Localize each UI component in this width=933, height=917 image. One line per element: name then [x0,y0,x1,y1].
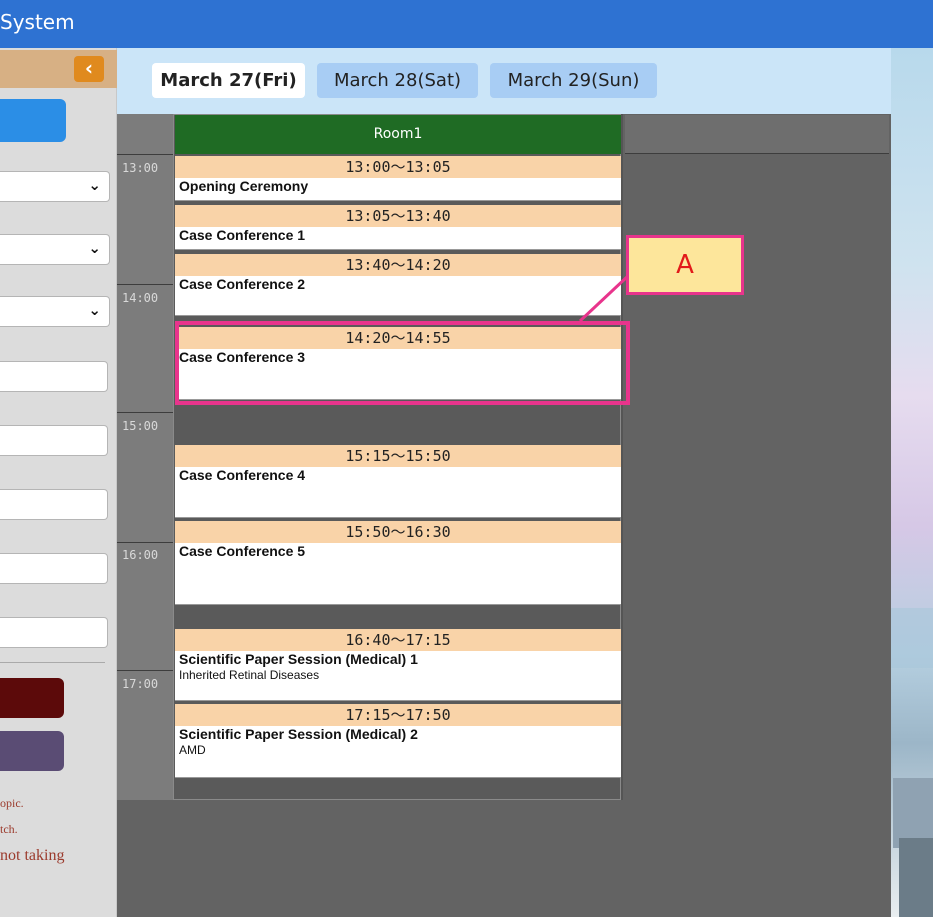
session-time: 13:05〜13:40 [175,205,621,227]
app-header: System [0,0,933,48]
collapse-sidebar-button[interactable]: ‹ [74,56,104,82]
schedule-main: March 27(Fri) March 28(Sat) March 29(Sun… [117,48,891,917]
dark-red-button[interactable] [0,678,64,718]
sidebar-note-2: tch. [0,822,18,836]
session-card[interactable]: 13:00〜13:05 Opening Ceremony [175,156,621,201]
room-divider [621,114,623,800]
tab-march-29[interactable]: March 29(Sun) [490,63,657,98]
search-button[interactable] [0,99,66,142]
session-time: 17:15〜17:50 [175,704,621,726]
session-time: 16:40〜17:15 [175,629,621,651]
session-title: Case Conference 1 [179,227,306,243]
time-gridline [117,154,173,155]
illustration-sky [891,608,933,668]
date-tabs: March 27(Fri) March 28(Sat) March 29(Sun… [117,48,891,114]
session-time: 15:15〜15:50 [175,445,621,467]
time-label: 15:00 [122,419,159,433]
text-field-4[interactable] [0,553,108,584]
session-card[interactable]: 13:40〜14:20 Case Conference 2 [175,254,621,316]
filter-select-2[interactable]: ⌄ [0,234,110,265]
tab-march-27[interactable]: March 27(Fri) [152,63,305,98]
session-time: 13:40〜14:20 [175,254,621,276]
text-field-2[interactable] [0,425,108,456]
purple-button[interactable] [0,731,64,771]
time-gridline [117,542,173,543]
session-title: Case Conference 2 [179,276,306,292]
session-time: 15:50〜16:30 [175,521,621,543]
sidebar-header: ‹ [0,50,117,88]
sidebar-note-1: opic. [0,796,24,810]
filter-select-3[interactable]: ⌄ [0,296,110,327]
session-title: Case Conference 4 [179,467,306,483]
chevron-down-icon: ⌄ [88,239,101,257]
time-gridline [117,670,173,671]
annotation-highlight [175,321,630,405]
time-label: 16:00 [122,548,159,562]
text-field-1[interactable] [0,361,108,392]
session-title: Scientific Paper Session (Medical) 1 [179,651,418,667]
session-title: Scientific Paper Session (Medical) 2 [179,726,418,742]
time-label: 14:00 [122,291,159,305]
chevron-down-icon: ⌄ [88,301,101,319]
session-card[interactable]: 17:15〜17:50 Scientific Paper Session (Me… [175,704,621,778]
time-gridline [117,284,173,285]
time-column [117,114,173,800]
session-card[interactable]: 15:50〜16:30 Case Conference 5 [175,521,621,605]
room-header: Room1 [175,115,621,154]
session-card[interactable]: 15:15〜15:50 Case Conference 4 [175,445,621,518]
session-title: Case Conference 5 [179,543,306,559]
text-field-5[interactable] [0,617,108,648]
filter-select-1[interactable]: ⌄ [0,171,110,202]
background-illustration [891,48,933,917]
time-label: 17:00 [122,677,159,691]
tab-march-28[interactable]: March 28(Sat) [317,63,478,98]
chevron-down-icon: ⌄ [88,176,101,194]
session-title: Opening Ceremony [179,178,309,194]
session-card[interactable]: 13:05〜13:40 Case Conference 1 [175,205,621,250]
session-subtitle: Inherited Retinal Diseases [179,668,320,682]
sidebar-note-3: not taking [0,847,65,864]
session-subtitle: AMD [179,743,206,757]
chevron-left-icon: ‹ [84,56,94,80]
session-time: 13:00〜13:05 [175,156,621,178]
session-card[interactable]: 16:40〜17:15 Scientific Paper Session (Me… [175,629,621,701]
annotation-label: A [626,235,744,295]
sidebar-divider [0,662,105,663]
time-gridline [117,412,173,413]
illustration-building [899,838,933,917]
app-title: System [0,10,75,34]
time-label: 13:00 [122,161,159,175]
sidebar: ‹ ⌄ ⌄ ⌄ opic. tch. [0,48,117,917]
text-field-3[interactable] [0,489,108,520]
room-header-extension [625,115,889,154]
